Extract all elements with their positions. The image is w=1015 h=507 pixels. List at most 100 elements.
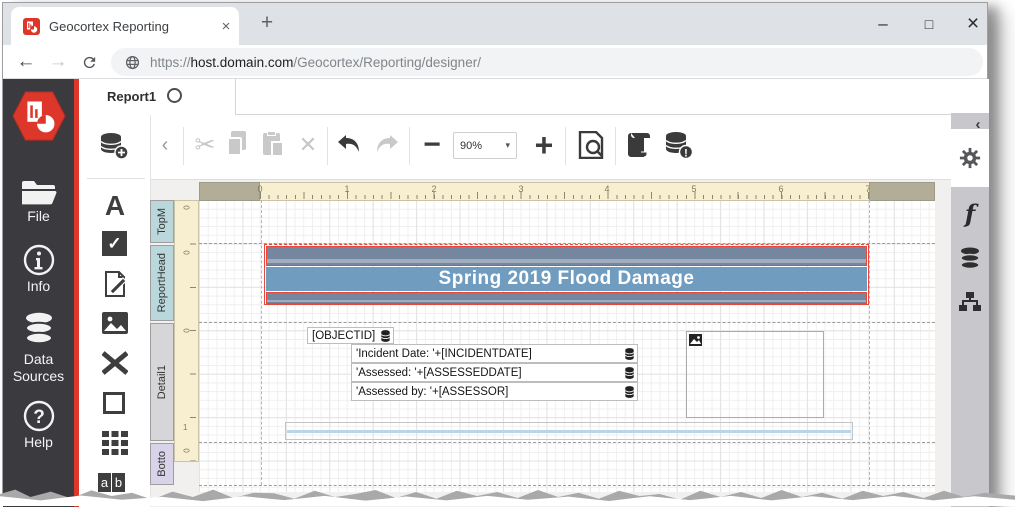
toolbar-divider — [327, 127, 328, 165]
vruler-label: 1 — [183, 423, 187, 432]
line-element[interactable] — [285, 422, 853, 440]
band-report-header[interactable]: ReportHead — [150, 245, 174, 321]
browser-tab[interactable]: Geocortex Reporting × — [11, 7, 239, 45]
panel-tool-icon[interactable] — [103, 392, 125, 414]
toolbar-divider — [615, 127, 616, 165]
tab-report-explorer[interactable] — [951, 283, 989, 323]
tab-properties[interactable] — [951, 129, 989, 187]
tab-data-sources[interactable] — [951, 239, 989, 279]
field-expression: 'Incident Date: '+[INCIDENTDATE] — [356, 348, 532, 360]
delete-icon[interactable]: ✕ — [295, 129, 321, 161]
browser-window: Geocortex Reporting × + – □ × ← → https:… — [2, 2, 988, 506]
database-panel-icon — [959, 247, 981, 271]
band-label: TopM — [156, 208, 168, 235]
toolbox-panel: A ✓ — [79, 115, 151, 507]
picture-box-icon — [689, 334, 702, 346]
folder-icon — [20, 177, 58, 207]
field-objectid[interactable]: [OBJECTID] — [307, 327, 394, 344]
toolbar-collapse-icon[interactable]: ‹ — [155, 129, 175, 161]
sidebar-item-data-sources[interactable]: Data Sources — [6, 351, 71, 385]
hruler-label: 5 — [691, 184, 696, 194]
url-path: /Geocortex/Reporting/designer/ — [293, 55, 481, 70]
report-header-panel[interactable]: Spring 2019 Flood Damage — [264, 244, 869, 305]
nav-back-icon[interactable]: ← — [13, 49, 39, 75]
report-title-label[interactable]: Spring 2019 Flood Damage — [266, 267, 867, 291]
add-data-source-icon[interactable] — [97, 131, 131, 161]
app-sidebar: File Info Data Sources ? Help — [3, 79, 74, 507]
checkbox-tool-icon[interactable]: ✓ — [102, 231, 127, 256]
band-top-margin[interactable]: TopM — [150, 200, 174, 243]
picture-box[interactable] — [686, 331, 824, 418]
band-separator — [199, 442, 935, 443]
document-tab-report1[interactable]: Report1 — [107, 89, 156, 104]
page-margin-left — [261, 200, 262, 485]
window-maximize-button[interactable]: □ — [915, 11, 943, 37]
undo-icon[interactable] — [333, 129, 365, 161]
char-a-glyph: a — [98, 473, 112, 492]
browser-navbar: ← → https://host.domain.com/Geocortex/Re… — [3, 45, 987, 79]
document-tab-divider — [235, 79, 236, 115]
document-tab-row: Report1 — [79, 79, 989, 115]
sidebar-item-help[interactable]: Help — [3, 434, 74, 451]
vruler-label: 0 — [183, 328, 192, 332]
picture-tool-icon[interactable] — [101, 311, 129, 335]
line-tool-icon[interactable] — [101, 350, 129, 376]
window-close-button[interactable]: × — [959, 10, 987, 38]
header-top-bar[interactable] — [266, 246, 867, 266]
window-minimize-button[interactable]: – — [869, 11, 897, 37]
header-bottom-bar[interactable] — [266, 292, 867, 304]
char-b-glyph: b — [112, 473, 125, 492]
cut-icon[interactable]: ✂ — [191, 129, 219, 161]
paste-icon[interactable] — [261, 131, 287, 159]
preview-icon[interactable] — [575, 129, 607, 161]
label-tool-icon[interactable]: A — [101, 191, 129, 221]
band-detail[interactable]: Detail1 — [150, 323, 174, 441]
table-tool-icon[interactable] — [101, 430, 129, 456]
sidebar-item-info[interactable]: Info — [3, 278, 74, 295]
zoom-level-dropdown[interactable]: 90% ▾ — [453, 132, 517, 159]
field-incident-date[interactable]: 'Incident Date: '+[INCIDENTDATE] — [351, 344, 638, 363]
field-assessed-date[interactable]: 'Assessed: '+[ASSESSEDDATE] — [351, 363, 638, 382]
chevron-down-icon: ▾ — [505, 140, 510, 151]
hruler-right-cap — [869, 182, 935, 201]
scripts-icon[interactable] — [623, 129, 655, 161]
tab-close-icon[interactable]: × — [217, 17, 235, 35]
field-database-icon — [625, 386, 634, 398]
field-database-icon — [625, 367, 634, 379]
nav-reload-icon[interactable] — [77, 50, 101, 74]
geocortex-logo-icon — [10, 87, 68, 145]
zoom-level-value: 90% — [460, 140, 482, 152]
copy-icon[interactable] — [227, 131, 253, 159]
document-state-circle-icon[interactable] — [167, 88, 182, 103]
toolbar-divider — [565, 127, 566, 165]
hruler-label: 1 — [344, 184, 349, 194]
band-separator — [199, 485, 935, 486]
toolbar-divider — [409, 127, 410, 165]
info-icon — [22, 243, 56, 277]
favicon-geocortex-icon — [23, 18, 40, 35]
zoom-in-icon[interactable]: + — [529, 127, 559, 163]
band-label: Botto — [156, 451, 168, 477]
url-text: https://host.domain.com/Geocortex/Report… — [150, 55, 481, 70]
character-comb-tool-icon[interactable]: a b — [98, 473, 125, 492]
tab-title: Geocortex Reporting — [49, 19, 169, 34]
validate-data-source-icon[interactable]: ! — [661, 129, 695, 161]
vruler-label: 0 — [183, 448, 192, 452]
toolbar-divider — [183, 127, 184, 165]
address-bar[interactable]: https://host.domain.com/Geocortex/Report… — [111, 48, 983, 76]
database-icon — [22, 310, 56, 348]
zoom-out-icon[interactable]: − — [417, 127, 447, 163]
sidebar-item-file[interactable]: File — [3, 208, 74, 225]
field-expression: [OBJECTID] — [312, 330, 375, 342]
richtext-tool-icon[interactable] — [102, 270, 128, 298]
tab-expressions[interactable]: f — [951, 191, 989, 235]
svg-text:!: ! — [684, 148, 688, 160]
band-bottom-margin[interactable]: Botto — [150, 443, 174, 485]
new-tab-button[interactable]: + — [255, 11, 279, 35]
vertical-ruler: 0 0 0 1 0 — [174, 200, 199, 462]
field-assessor[interactable]: 'Assessed by: '+[ASSESSOR] — [351, 382, 638, 401]
band-separator — [199, 322, 935, 323]
redo-icon[interactable] — [371, 129, 403, 161]
gear-icon — [959, 147, 981, 169]
nav-forward-icon[interactable]: → — [45, 49, 71, 75]
